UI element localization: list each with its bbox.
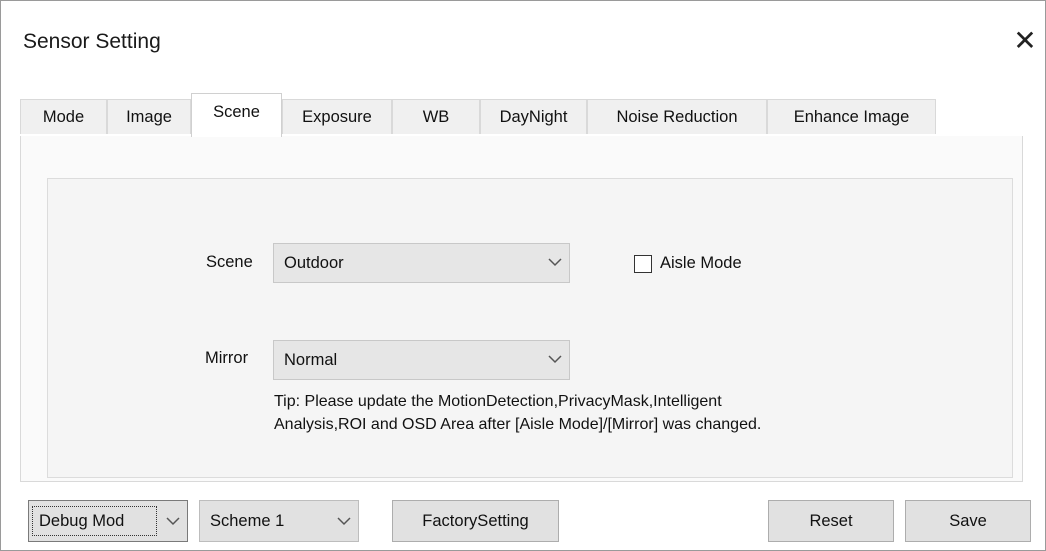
tab-mode[interactable]: Mode xyxy=(20,99,107,134)
close-icon[interactable]: ✕ xyxy=(1009,23,1041,59)
scene-label: Scene xyxy=(206,253,253,271)
tab-noise-reduction[interactable]: Noise Reduction xyxy=(587,99,767,134)
scene-tab-page: Scene Outdoor Aisle Mode Mirror Normal T… xyxy=(20,136,1023,482)
chevron-down-icon xyxy=(337,517,351,526)
save-button[interactable]: Save xyxy=(905,500,1031,542)
tab-strip: Mode Image Scene Exposure WB DayNight No… xyxy=(20,93,1023,137)
scene-select-value: Outdoor xyxy=(284,254,344,272)
tab-daynight[interactable]: DayNight xyxy=(480,99,587,134)
scene-select[interactable]: Outdoor xyxy=(273,243,570,283)
scheme-select[interactable]: Scheme 1 xyxy=(199,500,359,542)
mirror-select[interactable]: Normal xyxy=(273,340,570,380)
chevron-down-icon xyxy=(166,517,180,526)
tip-line-2: Analysis,ROI and OSD Area after [Aisle M… xyxy=(274,416,762,433)
tip-line-1: Tip: Please update the MotionDetection,P… xyxy=(274,393,722,410)
sensor-setting-dialog: Sensor Setting ✕ Mode Image Scene Exposu… xyxy=(0,0,1046,551)
mirror-select-value: Normal xyxy=(284,351,338,369)
tab-enhance-image[interactable]: Enhance Image xyxy=(767,99,936,134)
dialog-title: Sensor Setting xyxy=(23,30,161,53)
tab-exposure[interactable]: Exposure xyxy=(282,99,392,134)
tab-image[interactable]: Image xyxy=(107,99,191,134)
chevron-down-icon xyxy=(548,355,562,364)
mode-select[interactable]: Debug Mod xyxy=(28,500,188,542)
factory-setting-button[interactable]: FactorySetting xyxy=(392,500,559,542)
chevron-down-icon xyxy=(548,258,562,267)
reset-button[interactable]: Reset xyxy=(768,500,894,542)
mirror-label: Mirror xyxy=(205,349,249,367)
aisle-mode-checkbox[interactable] xyxy=(634,255,652,273)
tab-scene[interactable]: Scene xyxy=(191,93,282,137)
aisle-mode-label: Aisle Mode xyxy=(660,254,742,272)
tab-wb[interactable]: WB xyxy=(392,99,480,134)
scheme-select-value: Scheme 1 xyxy=(210,512,285,530)
scene-settings-group: Scene Outdoor Aisle Mode Mirror Normal T… xyxy=(47,178,1013,478)
